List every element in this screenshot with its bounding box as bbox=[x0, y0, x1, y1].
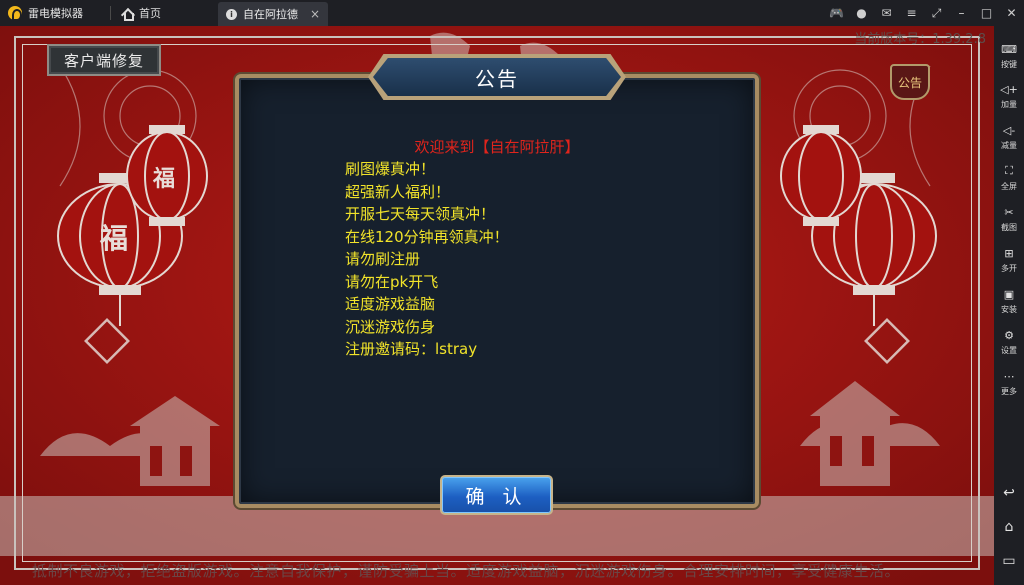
home-tab[interactable]: 首页 bbox=[111, 0, 171, 26]
announcement-line: 在线120分钟再领真冲！ bbox=[345, 227, 509, 246]
health-notice-ticker: 抵制不良游戏，拒绝盗版游戏。注意自我保护，谨防受骗上当。适度游戏益脑，沉迷游戏伤… bbox=[32, 562, 901, 580]
info-icon: i bbox=[226, 8, 237, 20]
scissors-icon: ✂ bbox=[1004, 205, 1014, 219]
apk-icon: ▣ bbox=[1003, 287, 1015, 301]
ldplayer-logo-icon bbox=[8, 6, 22, 21]
home-tab-label: 首页 bbox=[139, 7, 161, 20]
maximize-icon[interactable]: □ bbox=[974, 0, 999, 26]
announcement-list: 刷图爆真冲！ 超强新人福利！ 开服七天每天领真冲！ 在线120分钟再领真冲！ 请… bbox=[345, 158, 509, 361]
more-icon: ⋯ bbox=[1003, 369, 1015, 383]
announcement-line: 开服七天每天领真冲！ bbox=[345, 205, 496, 223]
minimize-icon[interactable]: – bbox=[949, 0, 974, 26]
window-controls: 🎮 ● ✉ ≡ ⤢ – □ ✕ bbox=[824, 0, 1024, 26]
sidebar-item-label: 按键 bbox=[1001, 60, 1017, 69]
recent-apps-icon[interactable]: ▭ bbox=[994, 546, 1024, 576]
sidebar-item-label: 减量 bbox=[1001, 141, 1017, 150]
sidebar-item-label: 截图 bbox=[1001, 223, 1017, 232]
gamepad-icon[interactable]: 🎮 bbox=[824, 0, 849, 26]
sidebar-item-screenshot[interactable]: ✂ 截图 bbox=[994, 201, 1024, 241]
sidebar-item-keymap[interactable]: ⌨ 按键 bbox=[994, 38, 1024, 78]
home-icon bbox=[121, 8, 134, 21]
announcement-line: 请勿刷注册 bbox=[345, 250, 421, 268]
sidebar-item-label: 安装 bbox=[1001, 305, 1017, 314]
confirm-button[interactable]: 确 认 bbox=[440, 475, 553, 515]
back-icon[interactable]: ↩ bbox=[994, 478, 1024, 508]
sidebar-item-more[interactable]: ⋯ 更多 bbox=[994, 365, 1024, 405]
sidebar-item-fullscreen[interactable]: ⛶ 全屏 bbox=[994, 160, 1024, 200]
sidebar-item-volume-up[interactable]: ◁+ 加量 bbox=[994, 78, 1024, 118]
sidebar-item-volume-down[interactable]: ◁- 减量 bbox=[994, 119, 1024, 159]
notice-badge-button[interactable]: 公告 bbox=[890, 64, 930, 100]
multi-open-icon: ⊞ bbox=[1004, 246, 1014, 260]
game-tab[interactable]: i 自在阿拉德 × bbox=[218, 2, 328, 26]
sidebar-item-settings[interactable]: ⚙ 设置 bbox=[994, 324, 1024, 364]
sidebar-item-install[interactable]: ▣ 安装 bbox=[994, 283, 1024, 323]
mail-icon[interactable]: ✉ bbox=[874, 0, 899, 26]
user-icon[interactable]: ● bbox=[849, 0, 874, 26]
welcome-text: 欢迎来到【自在阿拉肝】 bbox=[414, 138, 580, 156]
sidebar-item-label: 加量 bbox=[1001, 100, 1017, 109]
app-brand[interactable]: 雷电模拟器 bbox=[0, 0, 110, 26]
game-tab-label: 自在阿拉德 bbox=[243, 8, 298, 21]
volume-up-icon: ◁+ bbox=[1000, 82, 1018, 96]
pin-icon[interactable]: ⤢ bbox=[924, 0, 949, 26]
dialog-title: 公告 bbox=[475, 66, 519, 91]
sidebar-item-label: 更多 bbox=[1001, 387, 1017, 396]
announcement-line: 刷图爆真冲！ bbox=[345, 160, 436, 178]
sidebar-item-label: 多开 bbox=[1001, 264, 1017, 273]
announcement-line: 适度游戏益脑 bbox=[345, 295, 436, 313]
volume-down-icon: ◁- bbox=[1002, 123, 1016, 137]
version-label: 当前版本号：1.39.2.8 bbox=[854, 32, 986, 47]
announcement-line: 超强新人福利！ bbox=[345, 182, 451, 201]
emulator-sidebar: ⌨ 按键 ◁+ 加量 ◁- 减量 ⛶ 全屏 ✂ 截图 ⊞ 多开 ▣ 安装 ⚙ 设… bbox=[994, 26, 1024, 585]
menu-icon[interactable]: ≡ bbox=[899, 0, 924, 26]
sidebar-item-label: 全屏 bbox=[1001, 182, 1017, 191]
close-icon[interactable]: ✕ bbox=[999, 0, 1024, 26]
sidebar-item-label: 设置 bbox=[1001, 346, 1017, 355]
announcement-line: 请勿在pk开飞 bbox=[345, 272, 439, 291]
app-name: 雷电模拟器 bbox=[28, 7, 83, 20]
settings-icon: ⚙ bbox=[1004, 328, 1014, 342]
keyboard-icon: ⌨ bbox=[1001, 42, 1017, 56]
announcement-line: 沉迷游戏伤身 bbox=[345, 317, 436, 336]
dialog-header: 公告 bbox=[368, 54, 626, 100]
announcement-line: 注册邀请码：lstray bbox=[345, 340, 478, 358]
emulator-titlebar: 雷电模拟器 首页 i 自在阿拉德 × 🎮 ● ✉ ≡ ⤢ – □ ✕ bbox=[0, 0, 1024, 26]
fullscreen-icon: ⛶ bbox=[1005, 164, 1013, 177]
tab-close-icon[interactable]: × bbox=[310, 7, 320, 21]
client-repair-button[interactable]: 客户端修复 bbox=[47, 44, 161, 76]
sidebar-item-multi-open[interactable]: ⊞ 多开 bbox=[994, 242, 1024, 282]
home-nav-icon[interactable]: ⌂ bbox=[994, 512, 1024, 542]
